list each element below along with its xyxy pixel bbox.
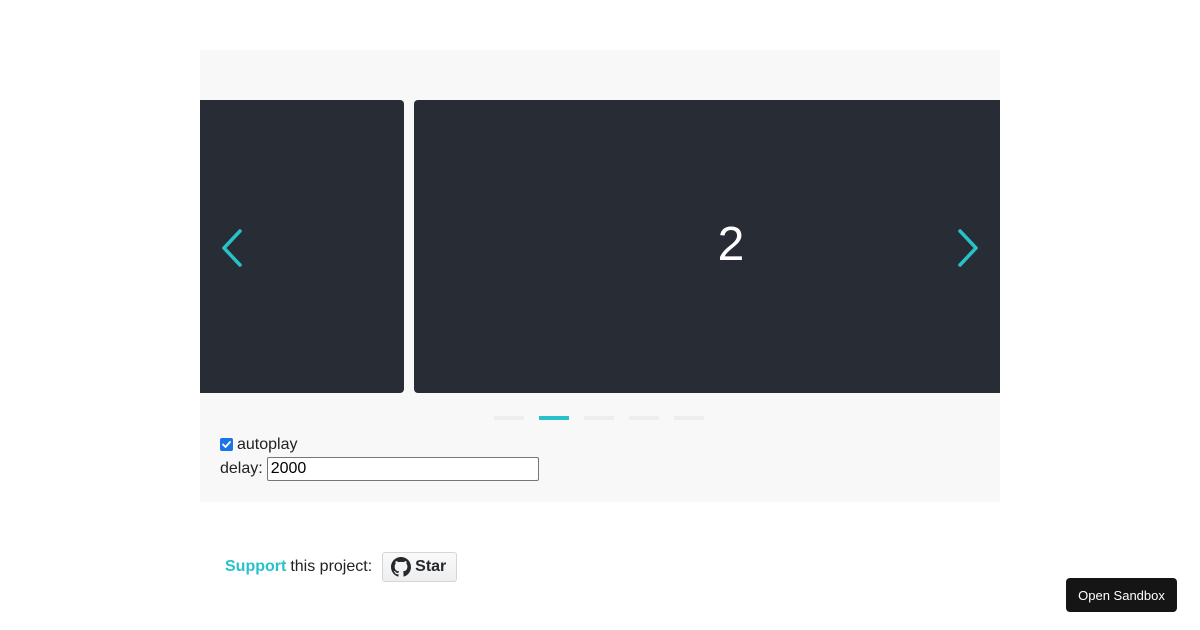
support-text: this project: bbox=[290, 558, 373, 575]
pagination-dot-5[interactable] bbox=[674, 416, 704, 420]
chevron-right-icon bbox=[958, 229, 978, 267]
slide-current[interactable]: 2 bbox=[414, 100, 1000, 393]
pagination-dot-1[interactable] bbox=[494, 416, 524, 420]
autoplay-checkbox[interactable] bbox=[220, 438, 233, 451]
carousel-controls: autoplay delay: bbox=[220, 436, 539, 481]
support-link[interactable]: Support bbox=[225, 558, 286, 576]
github-icon bbox=[391, 557, 412, 577]
github-star-button[interactable]: Star bbox=[382, 552, 458, 582]
delay-input[interactable] bbox=[266, 457, 539, 481]
autoplay-row: autoplay bbox=[220, 436, 539, 453]
carousel-demo: 2 autoplay delay: bbox=[200, 50, 1000, 502]
pagination-dot-4[interactable] bbox=[629, 416, 659, 420]
autoplay-label: autoplay bbox=[237, 435, 298, 453]
chevron-left-icon bbox=[222, 229, 242, 267]
support-section: Support this project: Star bbox=[225, 552, 458, 582]
carousel-track: 2 bbox=[200, 100, 1000, 393]
next-arrow-button[interactable] bbox=[950, 226, 986, 270]
open-sandbox-button[interactable]: Open Sandbox bbox=[1066, 578, 1177, 612]
slide-number: 2 bbox=[717, 218, 745, 271]
checkmark-icon bbox=[222, 441, 231, 448]
prev-arrow-button[interactable] bbox=[214, 226, 250, 270]
star-label: Star bbox=[415, 558, 447, 575]
delay-row: delay: bbox=[220, 457, 539, 481]
pagination-dot-2[interactable] bbox=[539, 416, 569, 420]
pagination-dot-3[interactable] bbox=[584, 416, 614, 420]
delay-label: delay: bbox=[220, 460, 263, 477]
pagination-dots bbox=[494, 416, 704, 420]
